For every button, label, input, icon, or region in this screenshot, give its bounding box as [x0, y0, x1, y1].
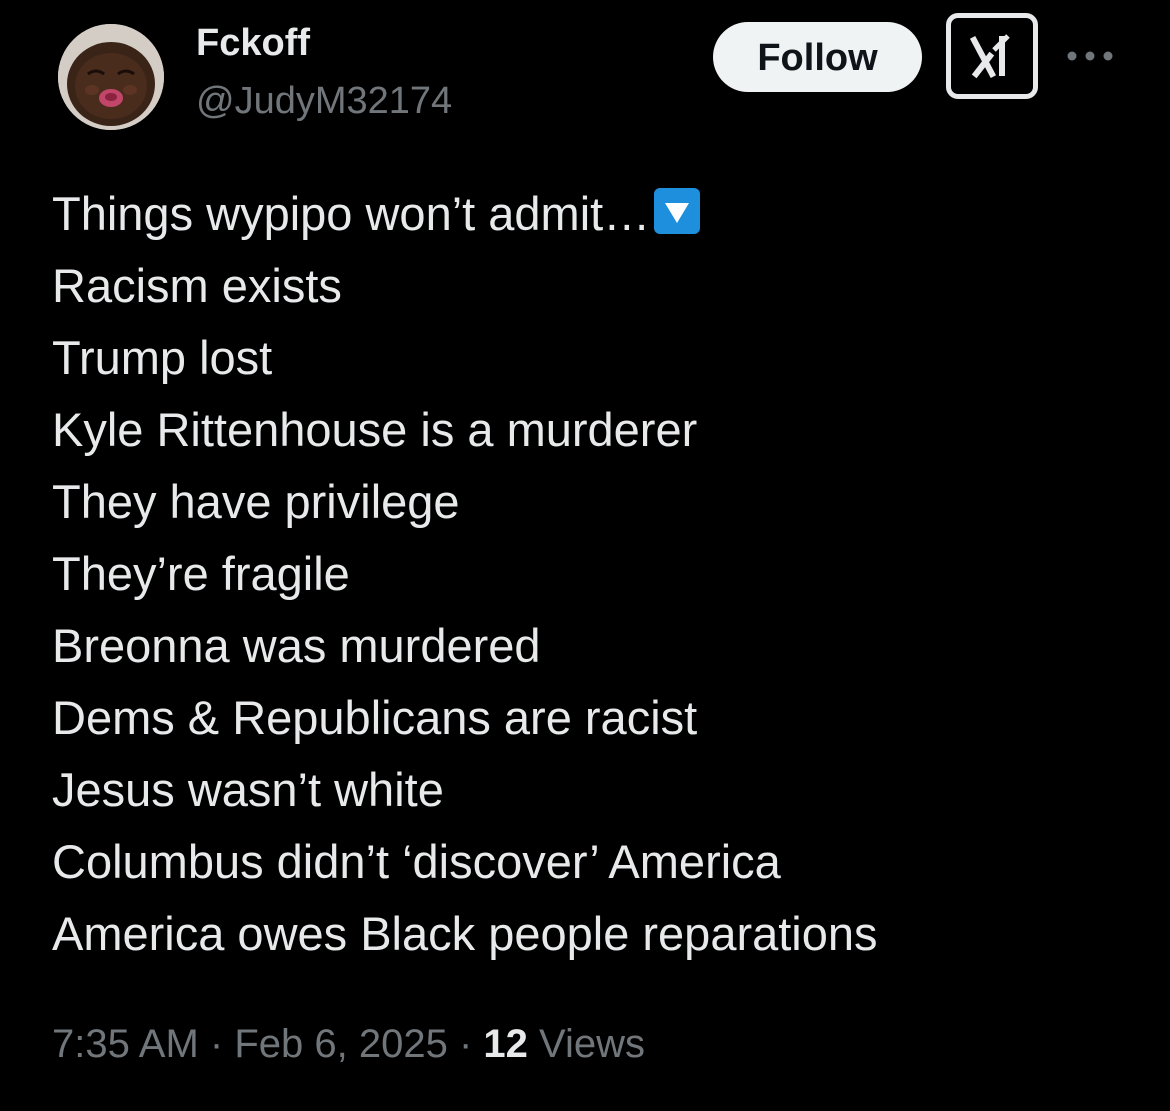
tweet-header: Fckoff @JudyM32174 Follow — [0, 0, 1170, 150]
views-label: Views — [539, 1022, 646, 1066]
baby-face-avatar-icon — [58, 24, 164, 130]
meta-separator: · — [458, 1022, 473, 1066]
tweet-line-text: Things wypipo won’t admit… — [52, 187, 651, 240]
tweet-text: Things wypipo won’t admit… Racism exists… — [52, 178, 1142, 970]
tweet-line: They have privilege — [52, 475, 460, 528]
tweet-line: Racism exists — [52, 259, 342, 312]
display-name[interactable]: Fckoff — [196, 20, 310, 66]
grok-button[interactable] — [946, 13, 1038, 99]
tweet-line: Things wypipo won’t admit… — [52, 178, 1142, 250]
tweet-line: America owes Black people reparations — [52, 907, 878, 960]
tweet-line: Kyle Rittenhouse is a murderer — [52, 403, 698, 456]
follow-button[interactable]: Follow — [713, 22, 922, 92]
views-count: 12 — [483, 1022, 528, 1066]
tweet-time[interactable]: 7:35 AM — [52, 1022, 199, 1066]
avatar[interactable] — [58, 24, 164, 130]
tweet-line: Trump lost — [52, 331, 273, 384]
tweet-line: Jesus wasn’t white — [52, 763, 444, 816]
tweet-line: Breonna was murdered — [52, 619, 541, 672]
user-handle[interactable]: @JudyM32174 — [196, 78, 452, 124]
grok-icon — [969, 34, 1010, 79]
meta-separator: · — [209, 1022, 224, 1066]
more-options-button[interactable] — [1064, 36, 1116, 76]
tweet-line: They’re fragile — [52, 547, 350, 600]
tweet-date[interactable]: Feb 6, 2025 — [234, 1022, 448, 1066]
down-button-emoji-icon — [654, 188, 701, 234]
more-dots-icon — [1067, 51, 1113, 61]
tweet-meta: 7:35 AM · Feb 6, 2025 · 12 Views — [52, 1016, 645, 1072]
tweet-line: Dems & Republicans are racist — [52, 691, 698, 744]
tweet-line: Columbus didn’t ‘discover’ America — [52, 835, 781, 888]
